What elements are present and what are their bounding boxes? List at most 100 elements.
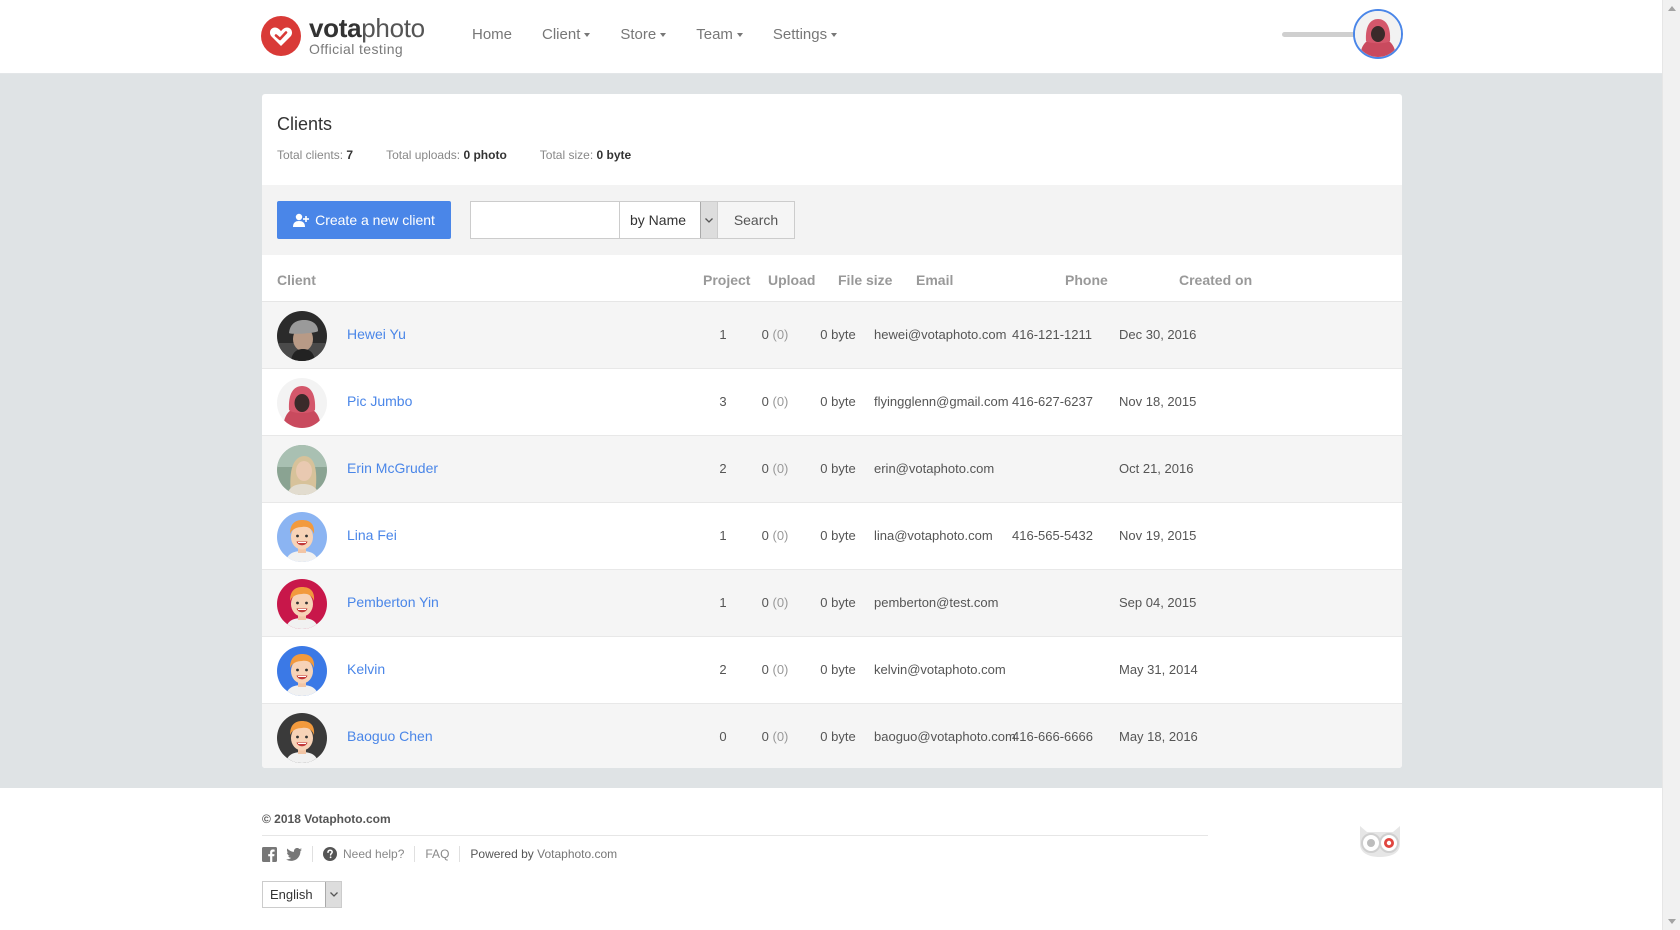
footer-separator [312, 846, 313, 862]
upload-count-paren: (0) [772, 729, 789, 744]
project-count: 1 [719, 528, 727, 543]
upload-count-paren: (0) [772, 595, 789, 610]
footer-divider [262, 835, 1208, 836]
stat-label: Total size: [539, 148, 594, 162]
nav-settings-label: Settings [772, 26, 828, 43]
upload-count-paren: (0) [772, 394, 789, 409]
upload-count-paren: (0) [772, 528, 789, 543]
language-select[interactable]: English [262, 881, 342, 908]
chevron-down-icon [700, 202, 717, 238]
client-avatar[interactable] [277, 378, 327, 428]
search-by-select[interactable]: by Name [619, 201, 718, 239]
user-menu-slider[interactable] [1282, 32, 1362, 37]
upload-count: 0 (0) [745, 528, 805, 543]
project-count: 2 [719, 662, 727, 677]
column-project[interactable]: Project [703, 272, 750, 288]
column-email[interactable]: Email [916, 272, 953, 288]
created-on: Oct 21, 2016 [1119, 461, 1194, 476]
created-on: May 31, 2014 [1119, 662, 1198, 677]
caret-down-icon [660, 32, 667, 37]
page-scrollbar[interactable] [1662, 0, 1680, 930]
client-name-link[interactable]: Erin McGruder [347, 460, 438, 476]
scroll-down-arrow-icon[interactable] [1668, 919, 1676, 924]
user-avatar[interactable] [1353, 9, 1403, 59]
project-count: 2 [719, 461, 727, 476]
brand[interactable]: votaphoto Official testing [261, 15, 425, 56]
votaphoto-logo-icon [261, 15, 301, 56]
caret-down-icon [584, 32, 591, 37]
facebook-icon [262, 846, 277, 862]
client-name-link[interactable]: Pic Jumbo [347, 393, 412, 409]
twitter-link[interactable] [286, 847, 302, 861]
project-count: 0 [719, 729, 727, 744]
file-size: 0 byte [820, 327, 856, 342]
column-phone[interactable]: Phone [1065, 272, 1108, 288]
client-email: erin@votaphoto.com [874, 461, 995, 476]
file-size: 0 byte [820, 461, 856, 476]
search-by-value: by Name [630, 212, 687, 228]
nav-store[interactable]: Store [620, 26, 667, 43]
client-name-link[interactable]: Baoguo Chen [347, 728, 433, 744]
stat-value: 0 photo [463, 148, 507, 162]
client-email: baoguo@votaphoto.com [874, 729, 1016, 744]
stat-label: Total uploads: [386, 148, 461, 162]
table-row: Hewei Yu 1 0 (0) 0 byte hewei@votaphoto.com 4… [262, 302, 1402, 369]
project-count: 3 [719, 394, 727, 409]
stat-total-uploads: Total uploads: 0 photo [386, 148, 507, 162]
upload-count: 0 (0) [745, 595, 805, 610]
client-avatar[interactable] [277, 646, 327, 696]
client-name-link[interactable]: Kelvin [347, 661, 385, 677]
nav-store-label: Store [620, 26, 657, 43]
client-email: lina@votaphoto.com [874, 528, 993, 543]
created-on: Dec 30, 2016 [1119, 327, 1197, 342]
nav-home[interactable]: Home [472, 26, 512, 43]
search-input[interactable] [470, 201, 620, 239]
question-circle-icon [323, 847, 337, 861]
column-file-size[interactable]: File size [838, 272, 892, 288]
help-link[interactable]: Need help? [323, 847, 404, 861]
nav-client[interactable]: Client [542, 26, 591, 43]
client-avatar[interactable] [277, 713, 327, 763]
nav-settings[interactable]: Settings [772, 26, 838, 43]
file-size: 0 byte [820, 394, 856, 409]
upload-count-value: 0 [761, 327, 769, 342]
search-button-label: Search [733, 212, 779, 228]
stat-total-clients: Total clients: 7 [277, 148, 353, 162]
brand-name-light: photo [361, 13, 425, 43]
upload-count: 0 (0) [745, 461, 805, 476]
powered-by-link[interactable]: Votaphoto.com [537, 847, 617, 861]
copyright: © 2018 Votaphoto.com [262, 812, 391, 826]
column-client[interactable]: Client [277, 272, 316, 288]
client-avatar[interactable] [277, 311, 327, 361]
stat-total-size: Total size: 0 byte [540, 148, 631, 162]
client-avatar[interactable] [277, 512, 327, 562]
client-name-link[interactable]: Pemberton Yin [347, 594, 439, 610]
client-toolbar: Create a new client by Name Search [262, 185, 1402, 255]
panel-header: Clients Total clients: 7 Total uploads: … [262, 94, 1402, 185]
facebook-link[interactable] [262, 846, 277, 862]
client-email: hewei@votaphoto.com [874, 327, 1007, 342]
client-phone: 416-565-5432 [1012, 528, 1093, 543]
created-on: Sep 04, 2015 [1119, 595, 1197, 610]
add-user-icon [293, 213, 310, 227]
client-avatar[interactable] [277, 579, 327, 629]
create-client-button[interactable]: Create a new client [277, 201, 451, 239]
upload-count: 0 (0) [745, 394, 805, 409]
upload-count-value: 0 [761, 662, 769, 677]
client-name-link[interactable]: Lina Fei [347, 527, 397, 543]
table-header: Client Project Upload File size Email Ph… [262, 255, 1402, 302]
scroll-up-arrow-icon[interactable] [1668, 6, 1676, 11]
page-title: Clients [277, 114, 333, 134]
search-button[interactable]: Search [717, 201, 795, 239]
powered-by-prefix: Powered by [470, 847, 534, 861]
nav-team[interactable]: Team [696, 26, 743, 43]
column-created-on[interactable]: Created on [1179, 272, 1252, 288]
upload-count-value: 0 [761, 595, 769, 610]
table-row: Pemberton Yin 1 0 (0) 0 byte pemberton@test.… [262, 570, 1402, 637]
client-name-link[interactable]: Hewei Yu [347, 326, 406, 342]
project-count: 1 [719, 327, 727, 342]
client-avatar[interactable] [277, 445, 327, 495]
faq-link[interactable]: FAQ [425, 847, 449, 861]
column-upload[interactable]: Upload [768, 272, 815, 288]
create-client-label: Create a new client [315, 212, 435, 228]
